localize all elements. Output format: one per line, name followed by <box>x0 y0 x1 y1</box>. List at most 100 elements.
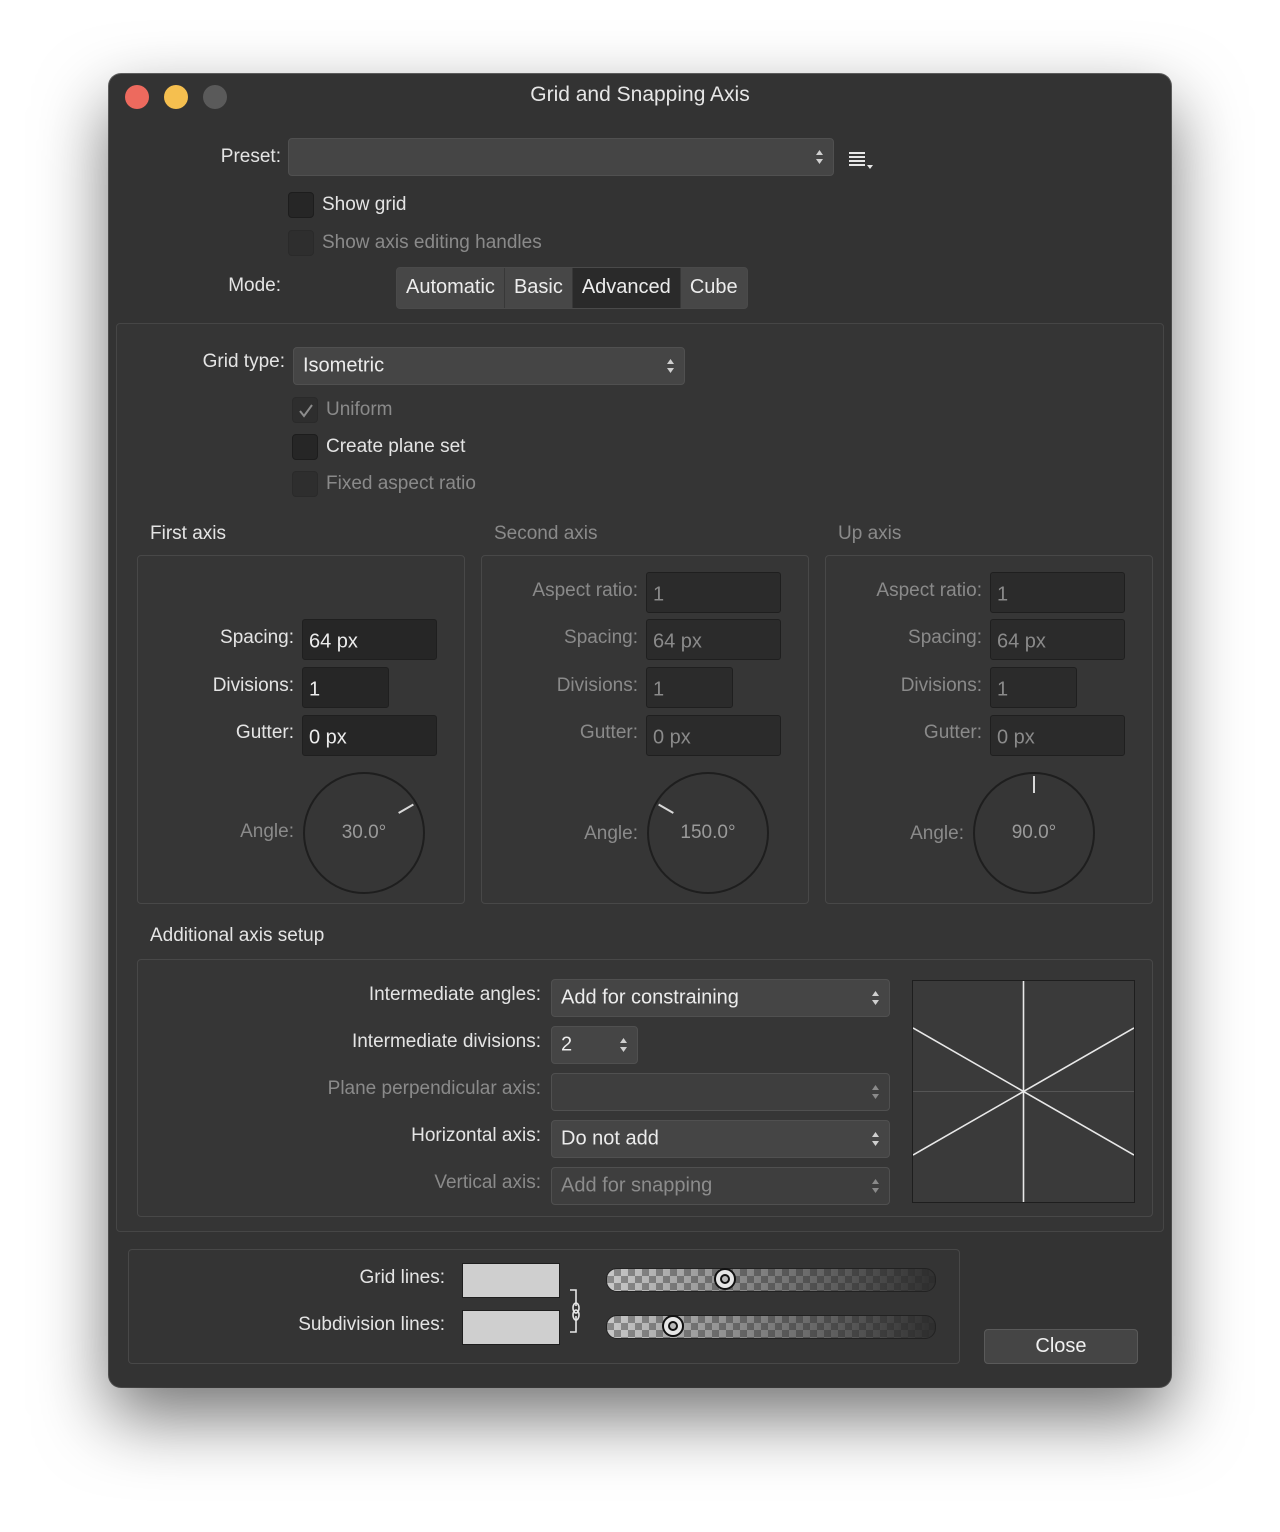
preset-select[interactable] <box>288 138 834 176</box>
intermediate-angles-select[interactable]: Add for constraining <box>551 979 890 1017</box>
subdivision-lines-opacity-knob[interactable] <box>661 1315 684 1337</box>
fixed-aspect-checkbox[interactable] <box>292 471 318 497</box>
first-angle-dial[interactable]: 30.0° <box>303 772 425 894</box>
second-angle-label: Angle: <box>584 823 638 844</box>
link-chain-icon[interactable] <box>568 1288 584 1334</box>
grid-type-select[interactable]: Isometric <box>293 347 685 385</box>
show-axis-handles-label: Show axis editing handles <box>322 232 542 253</box>
grid-lines-opacity-slider[interactable] <box>606 1268 936 1292</box>
vertical-axis-label: Vertical axis: <box>434 1172 541 1193</box>
vertical-axis-value: Add for snapping <box>561 1174 713 1197</box>
show-grid-label: Show grid <box>322 194 407 215</box>
fixed-aspect-label: Fixed aspect ratio <box>326 473 476 494</box>
stepper-arrows-icon <box>667 359 674 373</box>
mode-basic[interactable]: Basic <box>505 268 573 308</box>
second-axis-title: Second axis <box>494 523 598 544</box>
intermediate-angles-value: Add for constraining <box>561 986 739 1009</box>
angle-indicator-tick <box>398 803 414 814</box>
window-title: Grid and Snapping Axis <box>530 83 750 106</box>
second-divisions-field[interactable]: 1 <box>646 667 733 708</box>
up-divisions-value: 1 <box>997 677 1009 700</box>
first-divisions-field[interactable]: 1 <box>302 667 389 708</box>
grid-lines-label: Grid lines: <box>359 1267 445 1288</box>
stepper-arrows-icon <box>872 1085 879 1099</box>
second-divisions-value: 1 <box>653 677 665 700</box>
mode-advanced[interactable]: Advanced <box>572 268 681 308</box>
second-aspect-label: Aspect ratio: <box>532 580 638 601</box>
second-aspect-field[interactable]: 1 <box>646 572 781 613</box>
preset-menu-icon[interactable] <box>848 152 878 172</box>
first-spacing-field[interactable]: 64 px <box>302 619 437 660</box>
horizontal-axis-label: Horizontal axis: <box>411 1125 541 1146</box>
vertical-axis-select[interactable]: Add for snapping <box>551 1167 890 1205</box>
up-gutter-value: 0 px <box>997 725 1035 748</box>
dialog-window: Grid and Snapping Axis Preset: Show grid… <box>109 74 1171 1387</box>
horizontal-axis-select[interactable]: Do not add <box>551 1120 890 1158</box>
first-gutter-value: 0 px <box>309 725 347 748</box>
subdivision-lines-opacity-slider[interactable] <box>606 1315 936 1339</box>
up-divisions-field[interactable]: 1 <box>990 667 1077 708</box>
mode-automatic[interactable]: Automatic <box>397 268 505 308</box>
plane-perp-label: Plane perpendicular axis: <box>327 1078 541 1099</box>
create-plane-set-label: Create plane set <box>326 436 466 457</box>
first-axis-title: First axis <box>150 523 226 544</box>
show-grid-checkbox[interactable] <box>288 192 314 218</box>
stepper-arrows-icon <box>816 150 823 164</box>
mode-label: Mode: <box>228 275 281 296</box>
uniform-label: Uniform <box>326 399 393 420</box>
axis-preview-graphic <box>912 981 1135 1202</box>
intermediate-divisions-label: Intermediate divisions: <box>351 1031 541 1052</box>
plane-perp-select[interactable] <box>551 1073 890 1111</box>
first-divisions-label: Divisions: <box>212 675 294 696</box>
up-aspect-field[interactable]: 1 <box>990 572 1125 613</box>
stepper-arrows-icon[interactable] <box>619 1035 628 1055</box>
up-gutter-field[interactable]: 0 px <box>990 715 1125 756</box>
subdivision-lines-label: Subdivision lines: <box>298 1314 445 1335</box>
grid-lines-color-swatch[interactable] <box>462 1263 560 1298</box>
grid-lines-opacity-knob[interactable] <box>714 1268 737 1290</box>
stepper-arrows-icon <box>872 1132 879 1146</box>
second-spacing-value: 64 px <box>653 629 702 652</box>
up-divisions-label: Divisions: <box>900 675 982 696</box>
mode-segmented-control: Automatic Basic Advanced Cube <box>396 267 748 309</box>
first-gutter-field[interactable]: 0 px <box>302 715 437 756</box>
close-button[interactable]: Close <box>984 1329 1138 1364</box>
up-axis-title: Up axis <box>838 523 902 544</box>
uniform-checkbox[interactable] <box>292 397 318 423</box>
intermediate-angles-label: Intermediate angles: <box>368 984 541 1005</box>
angle-indicator-tick <box>658 803 674 814</box>
additional-setup-title: Additional axis setup <box>150 925 325 946</box>
first-spacing-value: 64 px <box>309 629 358 652</box>
second-gutter-field[interactable]: 0 px <box>646 715 781 756</box>
show-axis-handles-checkbox[interactable] <box>288 230 314 256</box>
axis-preview <box>912 980 1135 1203</box>
first-divisions-value: 1 <box>309 677 321 700</box>
grid-type-label: Grid type: <box>202 351 285 372</box>
up-spacing-field[interactable]: 64 px <box>990 619 1125 660</box>
second-aspect-value: 1 <box>653 582 665 605</box>
up-angle-label: Angle: <box>910 823 964 844</box>
up-aspect-value: 1 <box>997 582 1009 605</box>
stepper-arrows-icon <box>872 991 879 1005</box>
second-spacing-label: Spacing: <box>564 627 638 648</box>
create-plane-set-checkbox[interactable] <box>292 434 318 460</box>
subdivision-lines-color-swatch[interactable] <box>462 1310 560 1345</box>
up-aspect-label: Aspect ratio: <box>876 580 982 601</box>
mode-cube[interactable]: Cube <box>681 268 747 308</box>
first-spacing-label: Spacing: <box>220 627 294 648</box>
angle-indicator-tick <box>1033 776 1035 793</box>
second-divisions-label: Divisions: <box>556 675 638 696</box>
second-gutter-value: 0 px <box>653 725 691 748</box>
up-gutter-label: Gutter: <box>923 722 982 743</box>
stepper-arrows-icon <box>872 1179 879 1193</box>
grid-type-value: Isometric <box>303 354 385 377</box>
up-spacing-label: Spacing: <box>908 627 982 648</box>
up-angle-dial[interactable]: 90.0° <box>973 772 1095 894</box>
intermediate-divisions-stepper[interactable]: 2 <box>551 1026 638 1064</box>
checkmark-icon <box>299 404 313 418</box>
first-gutter-label: Gutter: <box>235 722 294 743</box>
second-angle-dial[interactable]: 150.0° <box>647 772 769 894</box>
first-angle-label: Angle: <box>240 821 294 842</box>
second-spacing-field[interactable]: 64 px <box>646 619 781 660</box>
preset-label: Preset: <box>220 146 281 167</box>
